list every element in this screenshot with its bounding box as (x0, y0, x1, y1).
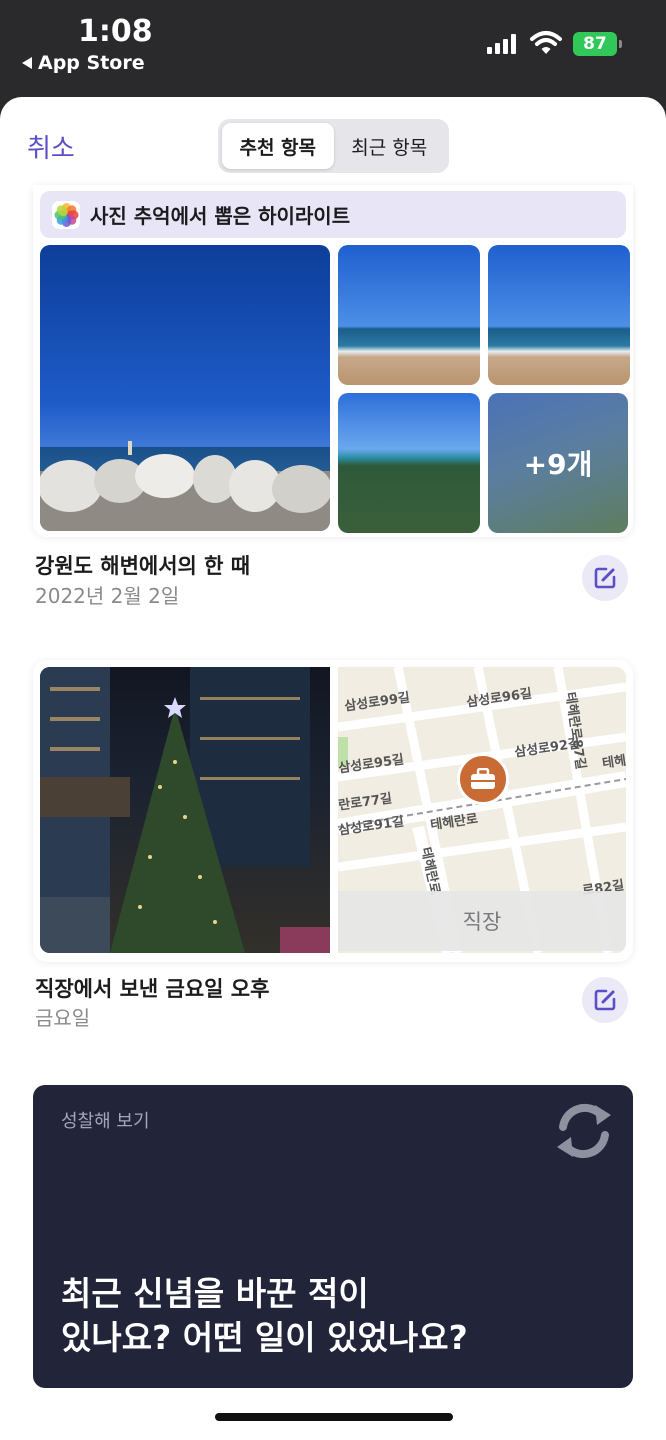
photo-pine-beach[interactable] (338, 393, 480, 533)
work-title: 직장에서 보낸 금요일 오후 (35, 977, 270, 1001)
memory-title: 강원도 해변에서의 한 때 (35, 554, 251, 578)
memory-date: 2022년 2월 2일 (35, 584, 180, 608)
question-line-2: 있나요? 어떤 일이 있었나요? (61, 1317, 468, 1357)
tab-recent[interactable]: 최근 항목 (334, 123, 446, 169)
compose-icon (594, 989, 616, 1011)
reflection-prompt-card[interactable]: 성찰해 보기 최근 신념을 바꾼 적이 있나요? 어떤 일이 있었나요? (33, 1085, 633, 1388)
status-bar: 1:08 App Store 87 (0, 0, 666, 98)
tab-recommended[interactable]: 추천 항목 (222, 123, 334, 169)
photos-app-icon (52, 200, 80, 229)
status-time: 1:08 (78, 14, 153, 49)
work-moment-card[interactable]: 삼성로99길 삼성로96길 테헤란로87길 삼성로95길 삼성로92길 테헤 란… (33, 660, 633, 962)
photo-breakwater[interactable] (40, 245, 330, 531)
edit-button[interactable] (582, 977, 628, 1023)
photo-beach-1[interactable] (338, 245, 480, 385)
photo-christmas-tree[interactable] (40, 667, 330, 953)
battery-icon: 87 (573, 32, 622, 56)
back-to-app-store[interactable]: App Store (22, 52, 145, 74)
more-photos-tile[interactable]: +9개 (488, 393, 628, 533)
segmented-control: 추천 항목 최근 항목 (218, 119, 449, 173)
work-day: 금요일 (35, 1006, 91, 1030)
reflection-question: 최근 신념을 바꾼 적이 있나요? 어떤 일이 있었나요? (61, 1272, 468, 1359)
home-indicator[interactable] (215, 1413, 453, 1421)
highlight-header: 사진 추억에서 뽑은 하이라이트 (40, 191, 626, 238)
back-arrow-icon (22, 57, 32, 69)
photo-beach-2[interactable] (488, 245, 630, 385)
work-location-pin[interactable] (457, 753, 509, 805)
wifi-icon (530, 31, 562, 54)
battery-level: 87 (583, 34, 607, 54)
back-label: App Store (38, 52, 145, 74)
cellular-signal-icon (487, 34, 516, 54)
refresh-icon[interactable] (551, 1101, 617, 1161)
memory-highlight-card[interactable]: 사진 추억에서 뽑은 하이라이트 +9개 (33, 185, 633, 537)
map-label: 테헤 (601, 753, 626, 772)
highlight-label: 사진 추억에서 뽑은 하이라이트 (90, 204, 351, 228)
location-map[interactable]: 삼성로99길 삼성로96길 테헤란로87길 삼성로95길 삼성로92길 테헤 란… (338, 667, 626, 953)
briefcase-icon (471, 768, 495, 789)
place-label: 직장 (338, 891, 626, 951)
compose-icon (594, 567, 616, 589)
edit-button[interactable] (582, 555, 628, 601)
cancel-button[interactable]: 취소 (27, 128, 75, 165)
reflection-label: 성찰해 보기 (61, 1111, 150, 1132)
question-line-1: 최근 신념을 바꾼 적이 (61, 1274, 369, 1313)
suggestions-sheet: 취소 추천 항목 최근 항목 사진 추억에서 뽑은 하이라이트 +9개 강원도 … (0, 97, 666, 1440)
